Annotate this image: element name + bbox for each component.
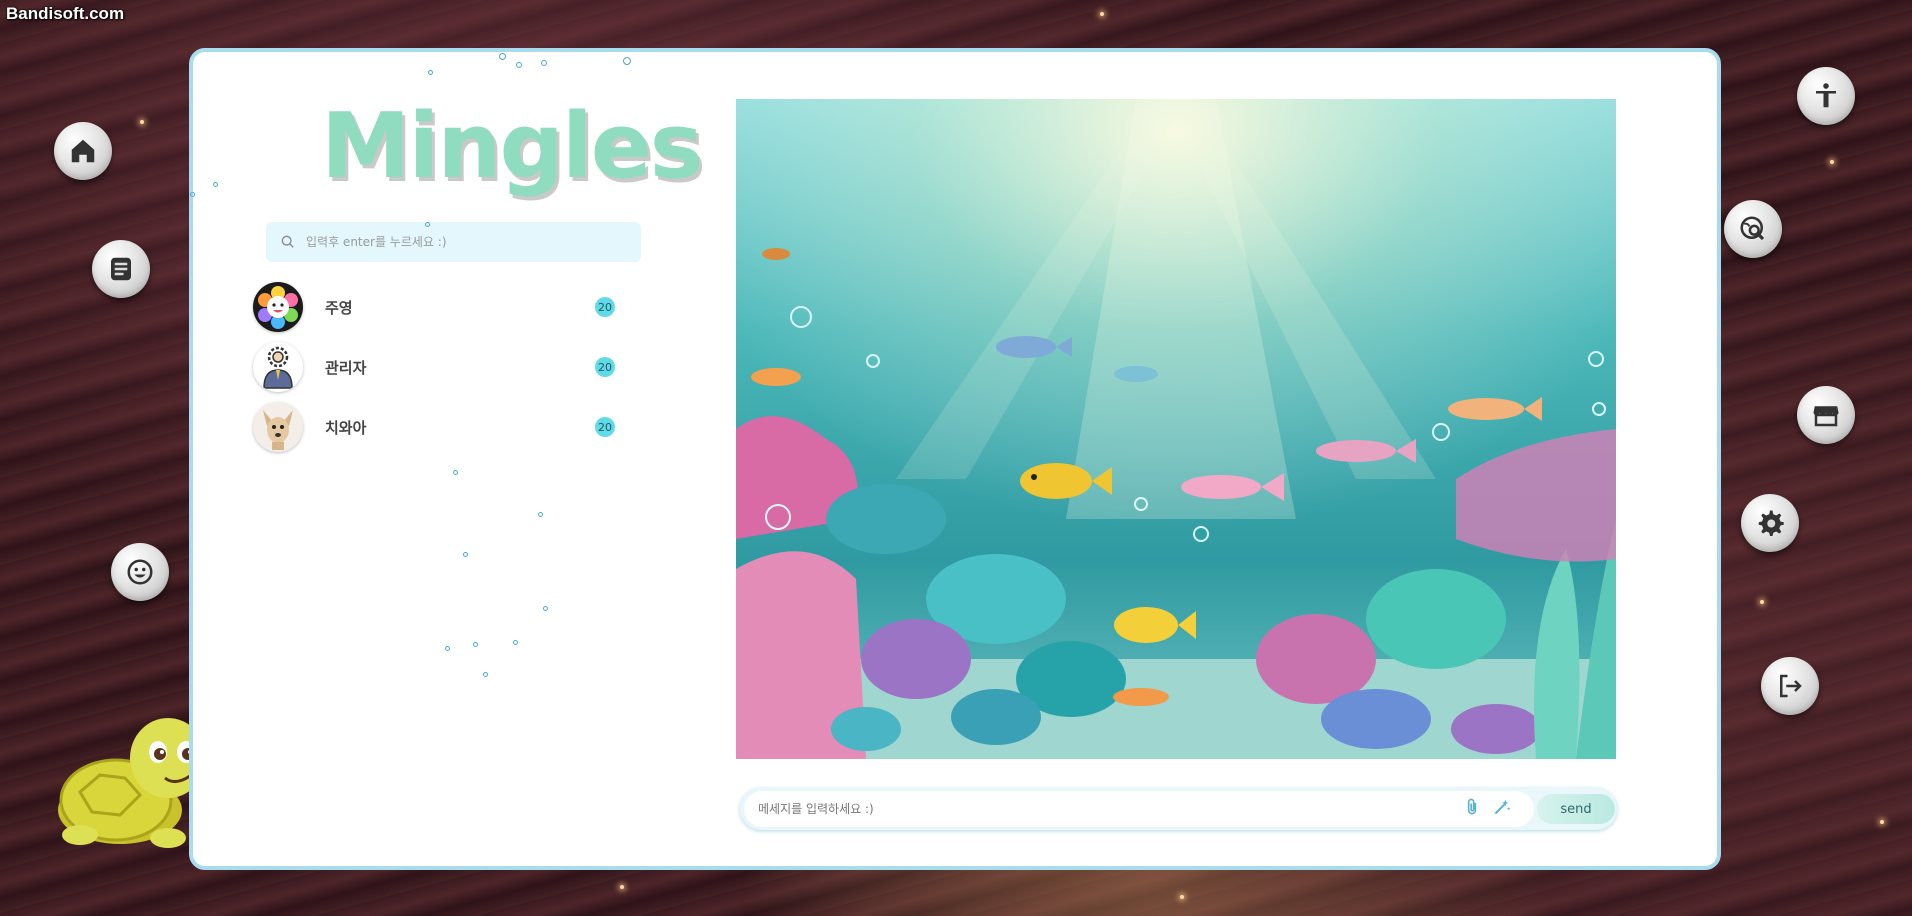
gear-icon — [1758, 510, 1784, 536]
home-button[interactable] — [54, 122, 112, 180]
bubble — [538, 512, 543, 517]
sparkle — [1880, 820, 1884, 824]
chat-background-image — [736, 99, 1616, 759]
search-globe-button[interactable] — [1724, 200, 1782, 258]
count-badge: 20 — [595, 417, 615, 437]
friend-name: 치와아 — [325, 418, 367, 437]
friend-item[interactable]: 관리자 20 — [253, 341, 623, 393]
admin-avatar-icon — [263, 346, 293, 389]
bubble — [499, 53, 506, 60]
bubble — [541, 60, 547, 66]
board-button[interactable] — [92, 240, 150, 298]
main-panel: Mingles 주영 20 관리자 20 — [189, 48, 1721, 870]
avatar — [253, 282, 303, 332]
chihuahua-avatar-icon — [263, 410, 293, 450]
logout-icon — [1780, 674, 1802, 698]
message-field[interactable] — [744, 791, 1534, 827]
bubble — [516, 62, 522, 68]
bubble — [453, 470, 458, 475]
friend-item[interactable]: 주영 20 — [253, 281, 623, 333]
paperclip-icon[interactable] — [1462, 797, 1482, 817]
store-button[interactable] — [1797, 386, 1855, 444]
document-icon — [111, 257, 131, 281]
magic-wand-icon[interactable] — [1492, 797, 1512, 817]
bubble — [425, 222, 430, 227]
friend-name: 관리자 — [325, 358, 367, 377]
avatar — [253, 402, 303, 452]
search-globe-icon — [1740, 216, 1765, 241]
sparkle — [620, 885, 624, 889]
bubble — [428, 70, 433, 75]
message-input[interactable] — [756, 801, 1420, 817]
app-logo: Mingles — [321, 94, 703, 199]
settings-button[interactable] — [1741, 494, 1799, 552]
store-icon — [1813, 406, 1839, 427]
avatar — [253, 342, 303, 392]
send-button[interactable]: send — [1537, 794, 1615, 824]
bubble — [190, 192, 195, 197]
search-input[interactable] — [304, 234, 628, 250]
bubble — [445, 646, 450, 651]
sparkle — [1830, 160, 1834, 164]
friend-name: 주영 — [325, 298, 353, 317]
count-badge: 20 — [595, 297, 615, 317]
bubble — [543, 606, 548, 611]
bubble — [483, 672, 488, 677]
underwater-scene — [736, 99, 1616, 759]
home-icon — [71, 139, 95, 163]
bubble — [513, 640, 518, 645]
accessibility-button[interactable] — [1797, 67, 1855, 125]
message-bar: send — [740, 788, 1617, 830]
emoji-button[interactable] — [111, 543, 169, 601]
watermark: Bandisoft.com — [6, 4, 125, 23]
friend-search[interactable] — [266, 222, 641, 262]
sparkle — [1180, 895, 1184, 899]
logout-button[interactable] — [1761, 657, 1819, 715]
sparkle — [1760, 600, 1764, 604]
flower-avatar-icon — [258, 286, 298, 329]
search-icon — [281, 235, 294, 248]
accessibility-icon — [1816, 83, 1836, 108]
sparkle — [1100, 12, 1104, 16]
bubble — [473, 642, 478, 647]
bubble — [623, 57, 631, 65]
smiley-icon — [127, 559, 153, 585]
friend-item[interactable]: 치와아 20 — [253, 401, 623, 453]
bubble — [463, 552, 468, 557]
count-badge: 20 — [595, 357, 615, 377]
sparkle — [140, 120, 144, 124]
bubble — [213, 182, 218, 187]
